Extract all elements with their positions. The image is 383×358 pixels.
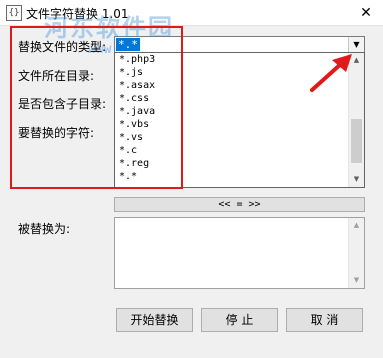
dropdown-options: *.php3 *.js *.asax *.css *.java *.vbs *.… <box>117 53 349 183</box>
dropdown-option-php3[interactable]: *.php3 <box>117 53 349 66</box>
replace-with-textarea[interactable]: ▲ ▼ <box>114 217 365 289</box>
find-text-label: 要替换的字符: <box>18 126 95 140</box>
file-type-combobox[interactable]: *.* ▼ <box>114 36 365 53</box>
include-subdirs-label: 是否包含子目录: <box>18 97 107 111</box>
directory-label: 文件所在目录: <box>18 69 95 83</box>
file-type-selected-value: *.* <box>116 38 140 51</box>
file-type-label: 替换文件的类型: <box>18 40 107 54</box>
scroll-up-icon[interactable]: ▲ <box>349 53 364 68</box>
textarea-scrollbar[interactable]: ▲ ▼ <box>348 218 364 288</box>
scroll-down-icon[interactable]: ▼ <box>349 172 364 187</box>
close-button[interactable]: ✕ <box>349 0 383 26</box>
file-type-dropdown-list[interactable]: *.php3 *.js *.asax *.css *.java *.vbs *.… <box>114 52 365 188</box>
dropdown-option-c[interactable]: *.c <box>117 144 349 157</box>
dropdown-option-vbs[interactable]: *.vbs <box>117 118 349 131</box>
dropdown-scrollbar[interactable]: ▲ ▼ <box>348 53 364 187</box>
dropdown-option-js[interactable]: *.js <box>117 66 349 79</box>
scroll-thumb[interactable] <box>351 119 362 163</box>
dropdown-option-css[interactable]: *.css <box>117 92 349 105</box>
start-replace-button[interactable]: 开始替换 <box>116 308 193 332</box>
textarea-scroll-up-icon[interactable]: ▲ <box>349 218 364 233</box>
stop-button[interactable]: 停 止 <box>201 308 278 332</box>
app-icon: {} <box>6 5 22 21</box>
swap-button[interactable]: << = >> <box>114 197 365 212</box>
dropdown-option-all[interactable]: *.* <box>117 170 349 183</box>
cancel-button[interactable]: 取 消 <box>286 308 363 332</box>
dropdown-arrow-icon[interactable]: ▼ <box>348 37 364 52</box>
dropdown-option-java[interactable]: *.java <box>117 105 349 118</box>
dropdown-option-reg[interactable]: *.reg <box>117 157 349 170</box>
dropdown-option-vs[interactable]: *.vs <box>117 131 349 144</box>
dropdown-option-asax[interactable]: *.asax <box>117 79 349 92</box>
textarea-scroll-down-icon[interactable]: ▼ <box>349 273 364 288</box>
replace-with-label: 被替换为: <box>18 222 71 236</box>
